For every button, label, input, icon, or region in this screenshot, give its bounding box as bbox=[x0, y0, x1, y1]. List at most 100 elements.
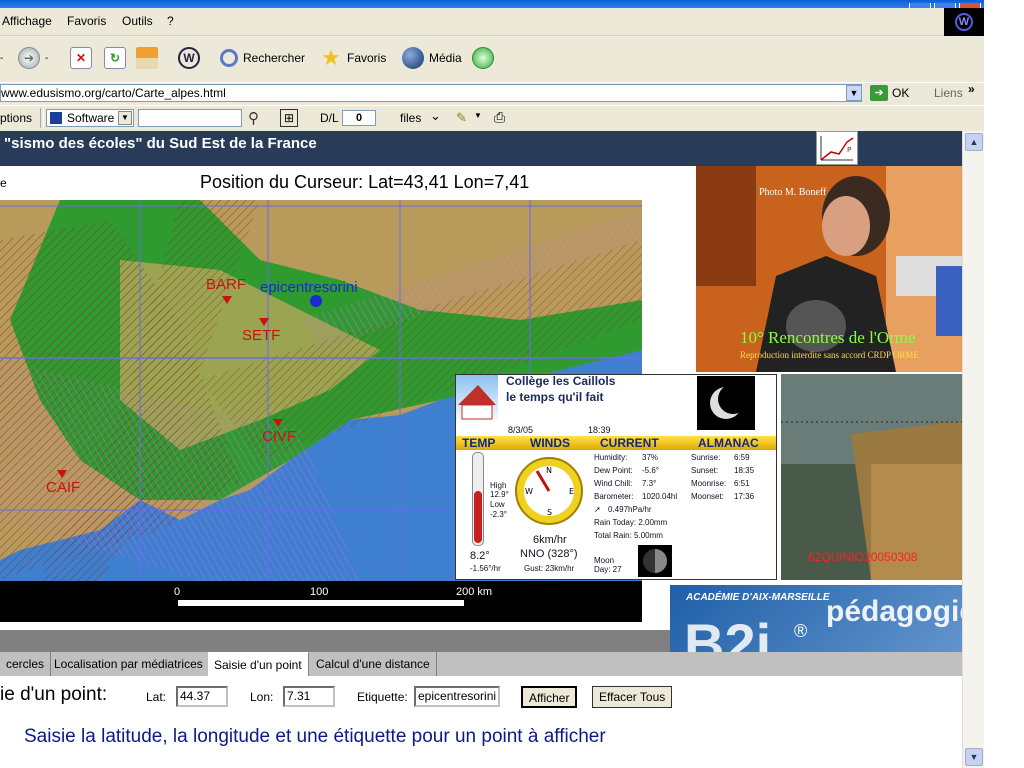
stop-icon: ✕ bbox=[70, 47, 92, 69]
moon-phase-image bbox=[638, 545, 672, 577]
temp-rate: -1.56°/hr bbox=[470, 564, 501, 573]
sunrise-value: 6:59 bbox=[734, 453, 750, 462]
refresh-button[interactable]: ↻ bbox=[104, 44, 131, 72]
pressure-rate: 0.497hPa/hr bbox=[608, 505, 652, 514]
temp-current: 8.2° bbox=[470, 550, 490, 562]
stop-button[interactable]: ✕ bbox=[70, 44, 97, 72]
side-letter: e bbox=[0, 176, 7, 190]
back-dropdown[interactable]: - bbox=[0, 44, 3, 72]
files-label: files bbox=[400, 111, 422, 125]
scroll-down-button[interactable]: ▼ bbox=[965, 748, 983, 766]
menu-affichage[interactable]: Affichage bbox=[2, 14, 52, 28]
chevron-down-icon[interactable]: ⌄ bbox=[430, 108, 441, 124]
photo-note: Reproduction interdite sans accord CRDP … bbox=[740, 350, 919, 360]
rain-today: Rain Today: 2.00mm bbox=[594, 518, 668, 527]
lon-label: Lon: bbox=[250, 690, 274, 704]
cursor-position: Position du Curseur: Lat=43,41 Lon=7,41 bbox=[200, 172, 530, 192]
media-button[interactable]: Média bbox=[402, 44, 462, 72]
vertical-scrollbar[interactable]: ▲ ▼ bbox=[962, 131, 985, 768]
webcam-caption: 62QUINIO20050308 bbox=[808, 550, 918, 564]
scale-label-200: 200 km bbox=[456, 586, 493, 598]
dropdown-arrow-icon[interactable]: ▼ bbox=[474, 111, 482, 120]
temp-high-value: 12.9° bbox=[490, 490, 509, 499]
weather-header-almanac: ALMANAC bbox=[698, 436, 759, 450]
w-button[interactable]: W bbox=[178, 44, 205, 72]
address-dropdown-button[interactable]: ▼ bbox=[846, 85, 862, 101]
epicentre-marker[interactable] bbox=[310, 295, 322, 307]
tab-cercles[interactable]: cercles bbox=[0, 652, 52, 676]
weather-time: 18:39 bbox=[588, 425, 611, 435]
lon-input[interactable]: 7.31 bbox=[283, 686, 335, 707]
grid-icon[interactable]: ⊞ bbox=[280, 109, 298, 127]
sunset-label: Sunset: bbox=[691, 466, 719, 475]
right-margin bbox=[984, 8, 1024, 768]
menu-help[interactable]: ? bbox=[167, 14, 174, 28]
moonrise-label: Moonrise: bbox=[691, 479, 727, 488]
weather-header-band: TEMP WINDS CURRENT ALMANAC bbox=[456, 436, 776, 450]
go-arrow-icon: ➔ bbox=[870, 85, 888, 101]
software-select[interactable]: Software ▼ bbox=[46, 109, 134, 127]
b2i-academy: ACADÉMIE D'AIX-MARSEILLE bbox=[686, 592, 830, 603]
tab-localisation[interactable]: Localisation par médiatrices bbox=[48, 652, 210, 676]
go-button[interactable]: ➔ OK bbox=[870, 84, 909, 102]
forward-icon: ➔ bbox=[18, 47, 40, 69]
svg-text:W: W bbox=[525, 487, 533, 496]
b2i-registered: ® bbox=[794, 621, 808, 641]
separator bbox=[40, 108, 44, 128]
lat-label: Lat: bbox=[146, 690, 167, 704]
humidity-label: Humidity: bbox=[594, 453, 628, 462]
links-label[interactable]: Liens bbox=[934, 86, 963, 100]
station-setf-label: SETF bbox=[242, 327, 280, 344]
chevron-right-icon[interactable]: » bbox=[968, 82, 975, 96]
software-search-input[interactable] bbox=[138, 109, 242, 127]
tag-input[interactable]: epicentresorini bbox=[414, 686, 500, 707]
photo-title: 10° Rencontres de l'Orme bbox=[740, 328, 916, 347]
favorites-button[interactable]: ★ Favoris bbox=[320, 44, 386, 72]
sunset-value: 18:35 bbox=[734, 466, 755, 475]
search-icon[interactable]: ⚲ bbox=[248, 109, 259, 127]
home-icon bbox=[136, 47, 158, 69]
highlighter-icon[interactable]: ✎ bbox=[456, 110, 467, 126]
throbber-icon: W bbox=[955, 13, 973, 31]
trend-up-icon: ➚ bbox=[594, 505, 601, 514]
barometer-label: Barometer: bbox=[594, 492, 634, 501]
search-button[interactable]: Rechercher bbox=[220, 44, 305, 72]
menu-favoris[interactable]: Favoris bbox=[67, 14, 106, 28]
svg-text:N: N bbox=[546, 466, 552, 475]
seismograph-icon: P bbox=[816, 131, 858, 165]
favorites-label: Favoris bbox=[347, 51, 387, 65]
weather-header-current: CURRENT bbox=[600, 436, 659, 450]
moonset-label: Moonset: bbox=[691, 492, 724, 501]
dewpoint-label: Dew Point: bbox=[594, 466, 633, 475]
wind-gust: Gust: 23km/hr bbox=[524, 564, 575, 573]
menu-outils[interactable]: Outils bbox=[122, 14, 153, 28]
scroll-up-button[interactable]: ▲ bbox=[965, 133, 983, 151]
weather-subtitle: le temps qu'il fait bbox=[506, 390, 604, 404]
show-button[interactable]: Afficher bbox=[521, 686, 578, 708]
tab-saisie-point[interactable]: Saisie d'un point bbox=[208, 652, 309, 676]
address-input[interactable]: www.edusismo.org/carto/Carte_alpes.html bbox=[0, 84, 862, 102]
scale-label-100: 100 bbox=[310, 586, 329, 598]
chevron-down-icon: ▼ bbox=[118, 111, 132, 125]
temp-high-label: High bbox=[490, 481, 507, 490]
svg-text:P: P bbox=[847, 146, 851, 154]
software-label: Software bbox=[67, 111, 115, 125]
options-label[interactable]: ptions bbox=[0, 111, 32, 125]
print-icon[interactable]: ⎙ bbox=[494, 109, 505, 126]
standard-toolbar: - ➔ - ✕ ↻ W Rechercher ★ Favoris Média bbox=[0, 36, 984, 82]
clear-all-button[interactable]: Effacer Tous bbox=[592, 686, 673, 708]
go-label: OK bbox=[892, 86, 910, 100]
humidity-value: 37% bbox=[642, 453, 659, 462]
forward-button[interactable]: ➔ - bbox=[18, 44, 48, 72]
station-civf-label: CIVF bbox=[262, 428, 296, 445]
history-button[interactable] bbox=[472, 44, 499, 72]
wind-compass: N E S W bbox=[513, 455, 585, 527]
tab-calcul-distance[interactable]: Calcul d'une distance bbox=[310, 652, 437, 676]
station-caif-label: CAIF bbox=[46, 479, 80, 496]
home-button[interactable] bbox=[136, 44, 163, 72]
star-icon: ★ bbox=[321, 45, 341, 70]
moon-image bbox=[697, 376, 755, 430]
windows-logo: W bbox=[944, 8, 984, 38]
photo-credit: Photo M. Boneff bbox=[759, 187, 827, 198]
lat-input[interactable]: 44.37 bbox=[176, 686, 228, 707]
